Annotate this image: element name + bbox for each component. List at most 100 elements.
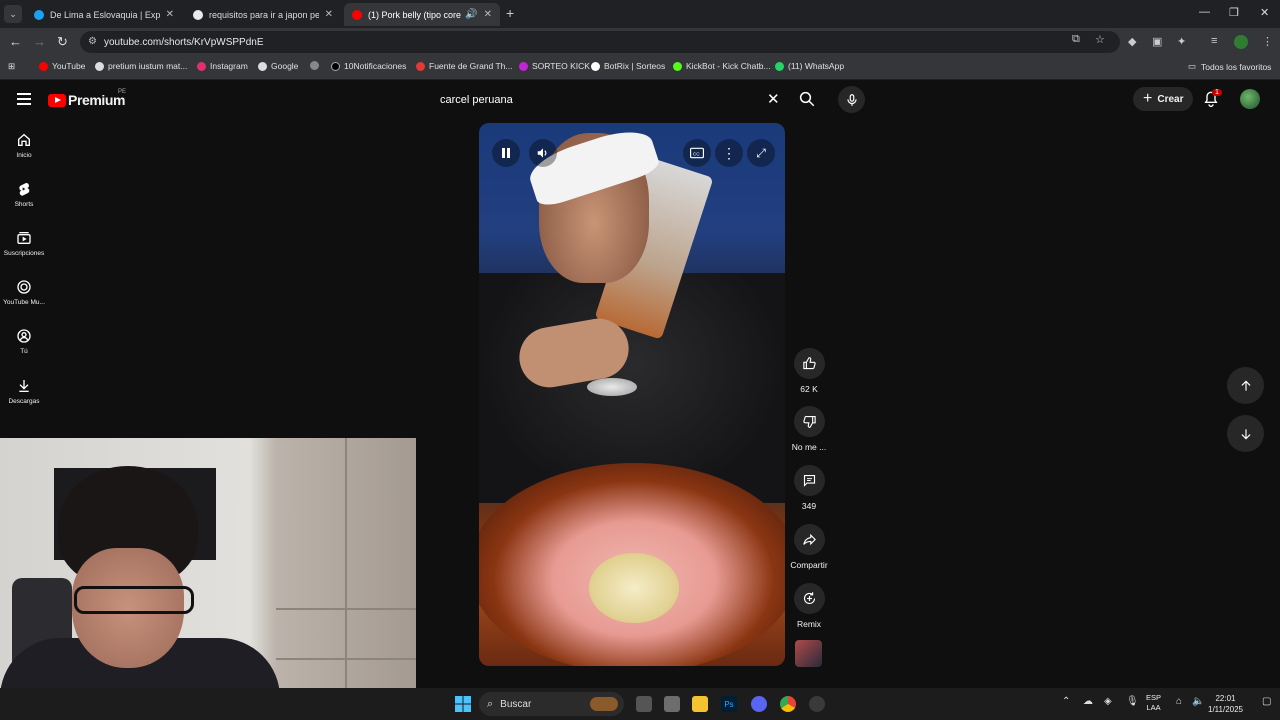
youtube-premium-logo[interactable]: Premium PE xyxy=(48,89,126,108)
bookmark-kickbot[interactable]: KickBot - Kick Chatb... xyxy=(673,61,771,71)
browser-tab-1[interactable]: De Lima a Eslovaquia | Explorar ✕ xyxy=(26,3,182,26)
dislike-label: No me ... xyxy=(791,442,827,452)
channel-avatar[interactable] xyxy=(795,640,822,667)
close-window-icon[interactable]: ✕ xyxy=(1260,6,1269,19)
clear-search-icon[interactable]: ✕ xyxy=(767,90,780,108)
search-icon[interactable] xyxy=(798,90,816,108)
google-icon xyxy=(95,61,104,71)
bookmark-pretium[interactable]: pretium iustum mat... xyxy=(95,61,187,71)
bookmark-youtube[interactable]: YouTube xyxy=(39,61,85,71)
network-icon[interactable]: ⌂ xyxy=(1176,696,1182,707)
all-bookmarks[interactable]: ▭ Todos los favoritos xyxy=(1188,61,1271,72)
tab-search-button[interactable]: ⌄ xyxy=(4,5,22,23)
taskbar-search-placeholder: Buscar xyxy=(500,698,532,710)
sidebar-item-youtube-music[interactable]: YouTube Mu... xyxy=(0,279,48,306)
previous-short-button[interactable] xyxy=(1227,367,1264,404)
chrome-icon[interactable] xyxy=(780,696,796,712)
video-spoon xyxy=(587,378,637,396)
url-input[interactable]: ⚙ youtube.com/shorts/KrVpWSPPdnE xyxy=(80,31,1120,53)
fullscreen-button[interactable]: ⤢ xyxy=(747,139,775,167)
address-bar-row: ← → ↻ ⚙ youtube.com/shorts/KrVpWSPPdnE ⧉… xyxy=(0,28,1280,56)
voice-search-button[interactable] xyxy=(838,86,865,113)
botrix-icon xyxy=(591,61,600,71)
browser-tab-3-active[interactable]: (1) Pork belly (tipo coreano 🔊 ✕ xyxy=(344,3,500,26)
pause-button[interactable] xyxy=(492,139,520,167)
comment-icon xyxy=(803,474,815,487)
bookmark-globe[interactable] xyxy=(310,61,323,70)
remix-button[interactable]: Remix xyxy=(786,583,832,629)
install-app-icon[interactable]: ⧉ xyxy=(1072,33,1080,46)
profile-avatar[interactable] xyxy=(1234,35,1248,49)
language-code: ESP xyxy=(1146,693,1162,702)
minimize-icon[interactable]: — xyxy=(1199,6,1210,18)
bookmark-google[interactable]: Google xyxy=(258,61,298,71)
system-clock[interactable]: 22:01 1/11/2025 xyxy=(1208,693,1243,715)
search-input[interactable]: carcel peruana xyxy=(430,87,790,113)
sorteo-icon xyxy=(519,61,528,71)
bookmark-label: YouTube xyxy=(52,61,86,71)
shorts-video-player[interactable]: CC ⋮ ⤢ xyxy=(479,123,785,666)
extension-2-icon[interactable]: ▣ xyxy=(1152,35,1162,48)
arrow-up-icon xyxy=(1241,380,1250,391)
bookmark-gta-font[interactable]: Fuente de Grand Th... xyxy=(416,61,512,71)
bookmarks-bar: ⊞ YouTube pretium iustum mat... Instagra… xyxy=(0,56,1280,80)
tray-app-icon[interactable]: ◈ xyxy=(1104,696,1112,707)
microphone-tray-icon[interactable]: 🎙 xyxy=(1126,696,1139,707)
restore-icon[interactable]: ❐ xyxy=(1229,6,1239,19)
tab-close-icon[interactable]: ✕ xyxy=(325,9,333,20)
forward-icon[interactable]: → xyxy=(33,34,46,49)
bookmark-sorteo-kick[interactable]: SORTEO KICK xyxy=(519,61,590,71)
bookmark-x-notifications[interactable]: 10Notificaciones xyxy=(331,61,406,71)
captions-button[interactable]: CC xyxy=(683,139,711,167)
site-info-icon[interactable]: ⚙ xyxy=(88,36,97,47)
menu-kebab-icon[interactable]: ⋮ xyxy=(1262,35,1273,48)
more-options-button[interactable]: ⋮ xyxy=(715,139,743,167)
x-icon xyxy=(331,61,340,71)
sidebar-item-descargas[interactable]: Descargas xyxy=(0,378,48,405)
like-button[interactable]: 62 K xyxy=(786,348,832,394)
tab-close-icon[interactable]: ✕ xyxy=(484,9,492,20)
discord-icon[interactable] xyxy=(751,696,767,712)
create-button[interactable]: + Crear xyxy=(1133,87,1194,111)
windows-start-icon[interactable] xyxy=(455,696,471,712)
language-indicator[interactable]: ESP LAA xyxy=(1146,693,1161,713)
notifications-tray-icon[interactable]: ▢ xyxy=(1262,696,1271,707)
taskbar-search-input[interactable]: ⌕ Buscar xyxy=(479,692,624,716)
tab-audio-icon[interactable]: 🔊 xyxy=(465,9,477,20)
onedrive-icon[interactable]: ☁ xyxy=(1083,696,1093,707)
file-explorer-icon[interactable] xyxy=(692,696,708,712)
extension-icon[interactable]: ◆ xyxy=(1128,35,1136,48)
sidebar-item-inicio[interactable]: Inicio xyxy=(0,132,48,159)
extensions-puzzle-icon[interactable]: ✦ xyxy=(1177,35,1186,48)
tab-close-icon[interactable]: ✕ xyxy=(166,9,174,20)
comments-button[interactable]: 349 xyxy=(786,465,832,511)
comment-count: 349 xyxy=(801,501,817,511)
sidebar-item-label: Descargas xyxy=(8,398,40,405)
apps-grid-icon[interactable]: ⊞ xyxy=(8,61,15,72)
menu-hamburger-icon[interactable] xyxy=(17,93,31,108)
task-view-icon[interactable] xyxy=(636,696,652,712)
browser-tab-2[interactable]: requisitos para ir a japon peru ✕ xyxy=(185,3,341,26)
tray-overflow-icon[interactable]: ⌃ xyxy=(1062,696,1070,707)
share-button[interactable]: Compartir xyxy=(786,524,832,570)
sidebar-item-tu[interactable]: Tú xyxy=(0,328,48,355)
dislike-button[interactable]: No me ... xyxy=(786,406,832,452)
sidebar-item-suscripciones[interactable]: Suscripciones xyxy=(0,230,48,257)
app-icon[interactable] xyxy=(664,696,680,712)
sidebar-item-shorts[interactable]: Shorts xyxy=(0,181,48,208)
bookmark-instagram[interactable]: Instagram xyxy=(197,61,248,71)
reading-list-icon[interactable]: ≡ xyxy=(1211,35,1217,47)
bookmark-whatsapp[interactable]: (11) WhatsApp xyxy=(775,61,844,71)
next-short-button[interactable] xyxy=(1227,415,1264,452)
speaker-icon[interactable]: 🔈 xyxy=(1192,696,1204,707)
reload-icon[interactable]: ↻ xyxy=(57,34,68,50)
thumbs-up-icon xyxy=(802,357,816,370)
bookmark-star-icon[interactable]: ☆ xyxy=(1095,33,1105,46)
back-icon[interactable]: ← xyxy=(9,34,22,49)
volume-button[interactable] xyxy=(529,139,557,167)
new-tab-button[interactable]: + xyxy=(506,5,514,21)
bookmark-botrix[interactable]: BotRix | Sorteos xyxy=(591,61,665,71)
photoshop-icon[interactable]: Ps xyxy=(721,696,737,712)
app-2-icon[interactable] xyxy=(809,696,825,712)
account-avatar[interactable] xyxy=(1240,89,1260,109)
